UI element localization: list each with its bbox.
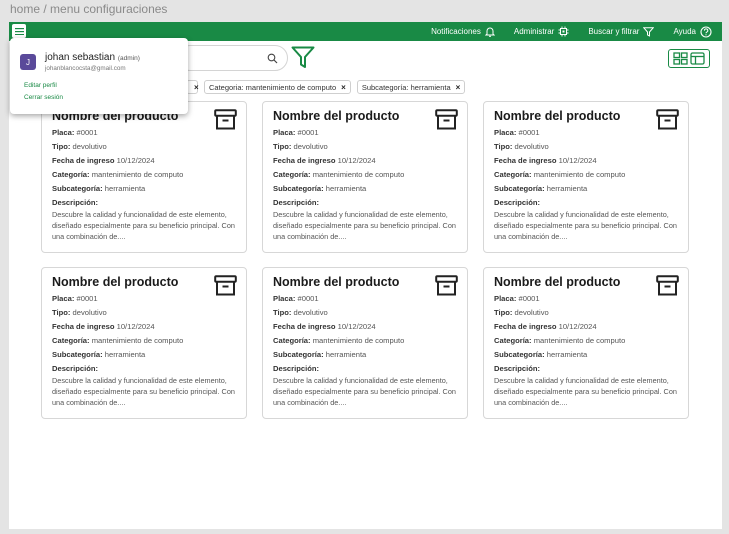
product-card[interactable]: Nombre del producto Placa: #0001 Tipo: dev… xyxy=(262,267,468,419)
avatar: J xyxy=(20,54,36,70)
product-tipo: Tipo: devolutivo xyxy=(52,142,107,151)
nav-label: Administrar xyxy=(513,27,555,36)
product-subcategoria: Subcategoría: herramienta xyxy=(273,350,367,359)
product-fecha: Fecha de ingreso 10/12/2024 xyxy=(494,156,597,165)
profile-name: johan sebastian (admin) xyxy=(45,52,140,63)
filter-icon xyxy=(643,26,655,37)
product-tipo: Tipo: devolutivo xyxy=(52,308,107,317)
filter-chip[interactable]: Subcategoría: herramienta × xyxy=(356,80,466,94)
product-fecha: Fecha de ingreso 10/12/2024 xyxy=(273,322,376,331)
table-view-icon[interactable] xyxy=(690,52,705,65)
product-card[interactable]: Nombre del producto Placa: #0001 Tipo: dev… xyxy=(262,101,468,253)
product-card[interactable]: Nombre del producto Placa: #0001 Tipo: dev… xyxy=(483,101,689,253)
product-card[interactable]: Nombre del producto Placa: #0001 Tipo: dev… xyxy=(483,267,689,419)
profile-dropdown: J johan sebastian (admin) johanblancocst… xyxy=(10,38,188,114)
product-descripcion: Descubre la calidad y funcionalidad de e… xyxy=(52,376,235,407)
product-fecha: Fecha de ingreso 10/12/2024 xyxy=(52,156,155,165)
product-tipo: Tipo: devolutivo xyxy=(494,142,549,151)
grid-view-icon[interactable] xyxy=(673,52,688,65)
product-card[interactable]: Nombre del producto Placa: #0001 Tipo: dev… xyxy=(41,101,247,253)
close-icon[interactable]: × xyxy=(341,83,346,92)
product-name: Nombre del producto xyxy=(494,109,621,123)
logout-link[interactable]: Cerrar sesión xyxy=(24,94,63,101)
view-toggle[interactable] xyxy=(668,49,710,68)
product-name: Nombre del producto xyxy=(494,275,621,289)
product-fecha: Fecha de ingreso 10/12/2024 xyxy=(494,322,597,331)
product-tipo: Tipo: devolutivo xyxy=(494,308,549,317)
product-descripcion-label: Descripción: xyxy=(52,364,98,373)
close-icon[interactable]: × xyxy=(456,83,461,92)
product-placa: Placa: #0001 xyxy=(52,128,98,137)
archive-icon[interactable] xyxy=(656,109,679,135)
nav-buscar-filtrar[interactable]: Buscar y filtrar xyxy=(588,26,655,37)
product-fecha: Fecha de ingreso 10/12/2024 xyxy=(273,156,376,165)
product-descripcion-label: Descripción: xyxy=(494,198,540,207)
search-icon xyxy=(267,53,278,64)
bell-icon xyxy=(484,27,495,37)
nav-ayuda[interactable]: Ayuda xyxy=(673,25,712,38)
filter-icon xyxy=(291,46,315,68)
product-placa: Placa: #0001 xyxy=(494,294,540,303)
archive-icon[interactable] xyxy=(435,275,458,301)
product-subcategoria: Subcategoría: herramienta xyxy=(273,184,367,193)
product-name: Nombre del producto xyxy=(52,275,179,289)
product-tipo: Tipo: devolutivo xyxy=(273,142,328,151)
archive-icon[interactable] xyxy=(214,275,237,301)
chip-icon xyxy=(558,26,569,37)
product-tipo: Tipo: devolutivo xyxy=(273,308,328,317)
close-icon[interactable]: × xyxy=(194,83,199,92)
hamburger-menu-button[interactable] xyxy=(12,24,26,38)
product-descripcion: Descubre la calidad y funcionalidad de e… xyxy=(52,210,235,241)
product-subcategoria: Subcategoría: herramienta xyxy=(52,350,146,359)
product-descripcion-label: Descripción: xyxy=(494,364,540,373)
product-categoria: Categoría: mantenimiento de computo xyxy=(52,336,184,345)
filter-button[interactable] xyxy=(291,46,315,74)
hamburger-icon xyxy=(14,27,24,35)
product-placa: Placa: #0001 xyxy=(273,294,319,303)
product-subcategoria: Subcategoría: herramienta xyxy=(52,184,146,193)
nav-administrar[interactable]: Administrar xyxy=(514,26,569,37)
nav-label: Notificaciones xyxy=(431,27,481,36)
filter-chip[interactable]: Categoria: mantenimiento de computo × xyxy=(204,80,351,94)
nav-label: Ayuda xyxy=(673,27,696,36)
product-categoria: Categoría: mantenimiento de computo xyxy=(273,336,405,345)
product-placa: Placa: #0001 xyxy=(273,128,319,137)
archive-icon[interactable] xyxy=(656,275,679,301)
product-placa: Placa: #0001 xyxy=(494,128,540,137)
product-categoria: Categoría: mantenimiento de computo xyxy=(52,170,184,179)
product-subcategoria: Subcategoría: herramienta xyxy=(494,350,588,359)
user-email: johanblancocsta@gmail.com xyxy=(45,65,126,72)
help-icon xyxy=(700,25,712,38)
product-categoria: Categoría: mantenimiento de computo xyxy=(273,170,405,179)
product-name: Nombre del producto xyxy=(273,109,400,123)
product-subcategoria: Subcategoría: herramienta xyxy=(494,184,588,193)
chip-label: Categoria: mantenimiento de computo xyxy=(209,82,337,92)
product-descripcion-label: Descripción: xyxy=(273,364,319,373)
search-input[interactable] xyxy=(177,45,288,71)
product-placa: Placa: #0001 xyxy=(52,294,98,303)
product-descripcion: Descubre la calidad y funcionalidad de e… xyxy=(494,210,677,241)
product-descripcion-label: Descripción: xyxy=(52,198,98,207)
filter-chips: × Categoria: mantenimiento de computo × S… xyxy=(186,80,471,94)
product-descripcion: Descubre la calidad y funcionalidad de e… xyxy=(273,376,456,407)
archive-icon[interactable] xyxy=(435,109,458,135)
product-descripcion-label: Descripción: xyxy=(273,198,319,207)
user-name: johan sebastian xyxy=(45,52,116,63)
product-descripcion: Descubre la calidad y funcionalidad de e… xyxy=(273,210,456,241)
product-categoria: Categoría: mantenimiento de computo xyxy=(494,170,626,179)
product-descripcion: Descubre la calidad y funcionalidad de e… xyxy=(494,376,677,407)
product-categoria: Categoría: mantenimiento de computo xyxy=(494,336,626,345)
nav-label: Buscar y filtrar xyxy=(588,27,640,36)
product-name: Nombre del producto xyxy=(273,275,400,289)
user-role: (admin) xyxy=(117,55,140,62)
product-fecha: Fecha de ingreso 10/12/2024 xyxy=(52,322,155,331)
breadcrumb: home / menu configuraciones xyxy=(10,2,168,16)
edit-profile-link[interactable]: Editar perfil xyxy=(24,82,57,89)
product-card[interactable]: Nombre del producto Placa: #0001 Tipo: dev… xyxy=(41,267,247,419)
nav-notificaciones[interactable]: Notificaciones xyxy=(431,26,495,37)
chip-label: Subcategoría: herramienta xyxy=(361,82,451,92)
archive-icon[interactable] xyxy=(214,109,237,135)
